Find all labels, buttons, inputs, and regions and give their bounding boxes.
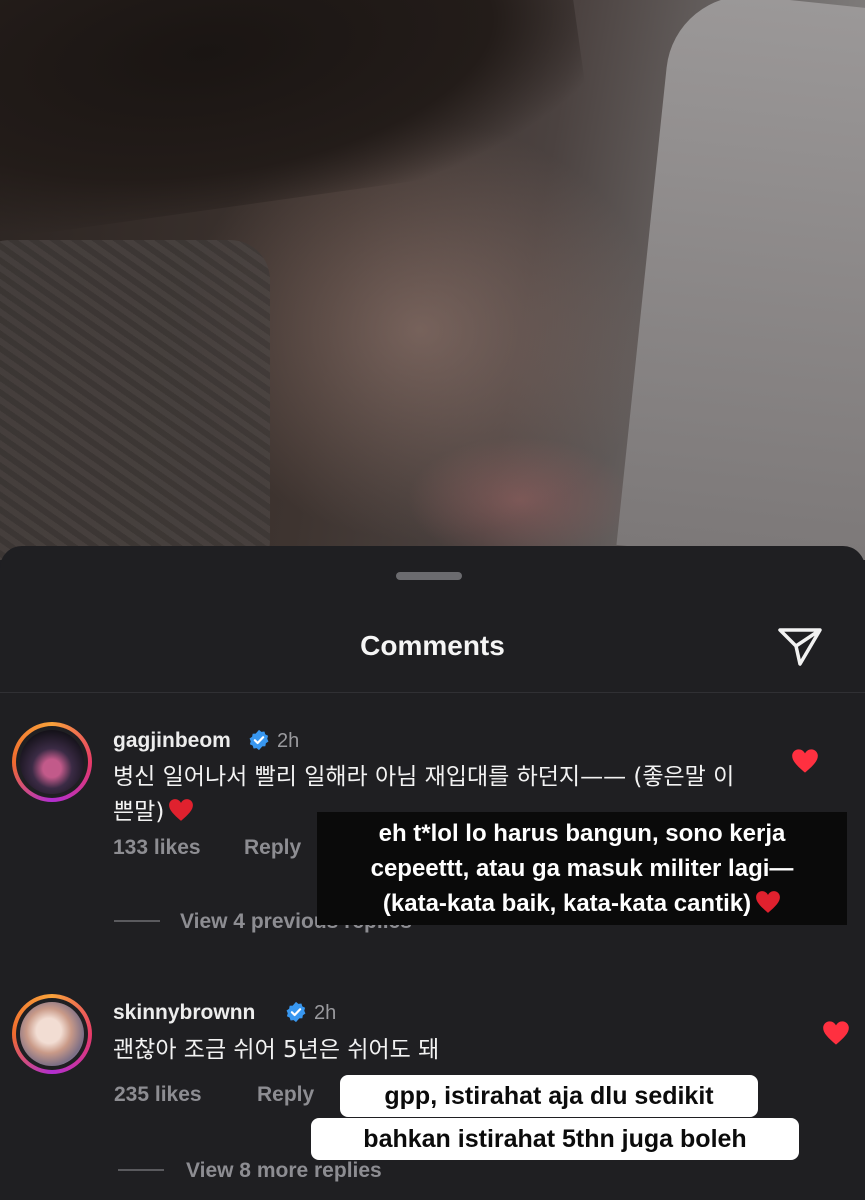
paper-plane-icon[interactable] (776, 624, 824, 668)
caption-line: eh t*lol lo harus bangun, sono kerja (378, 820, 786, 847)
comment-time: 2h (314, 1002, 337, 1024)
header-divider (0, 692, 865, 693)
comment-likes[interactable]: 235 likes (114, 1083, 202, 1107)
caption-overlay-second-line1: gpp, istirahat aja dlu sedikit (340, 1075, 758, 1117)
story-photo (0, 0, 865, 560)
caption-line: cepeettt, atau ga masuk militer lagi— (370, 855, 794, 882)
avatar[interactable] (12, 994, 92, 1074)
comment-likes[interactable]: 133 likes (113, 836, 201, 860)
red-heart-emoji-icon (756, 891, 780, 913)
red-heart-emoji-icon (169, 799, 194, 821)
photo-pillow-region (0, 240, 270, 560)
reply-button[interactable]: Reply (244, 836, 301, 860)
photo-hair-region (0, 0, 596, 242)
verified-badge-icon (286, 1001, 306, 1023)
comment-username[interactable]: skinnybrownn (113, 1001, 255, 1025)
caption-line: (kata-kata baik, kata-kata cantik) (327, 886, 837, 921)
avatar[interactable] (12, 722, 92, 802)
sheet-drag-handle[interactable] (396, 572, 462, 580)
heart-icon[interactable] (791, 748, 819, 774)
comment-username[interactable]: gagjinbeom (113, 729, 231, 753)
comments-sheet: Comments gagjinbeom 2h 병신 일어나서 빨리 일해라 아님… (0, 546, 865, 1200)
replies-divider-line (114, 920, 160, 922)
reply-button[interactable]: Reply (257, 1083, 314, 1107)
view-replies-button[interactable]: View 8 more replies (186, 1159, 382, 1183)
comment-time: 2h (277, 730, 300, 752)
heart-icon[interactable] (822, 1020, 850, 1046)
replies-divider-line (118, 1169, 164, 1171)
caption-overlay-second-line2: bahkan istirahat 5thn juga boleh (311, 1118, 799, 1160)
photo-shirt-region (616, 0, 865, 560)
caption-overlay-first: eh t*lol lo harus bangun, sono kerja cep… (317, 812, 847, 925)
sheet-title: Comments (360, 630, 505, 661)
verified-badge-icon (249, 729, 269, 751)
comment-text: 괜찮아 조금 쉬어 5년은 쉬어도 돼 (113, 1037, 440, 1063)
